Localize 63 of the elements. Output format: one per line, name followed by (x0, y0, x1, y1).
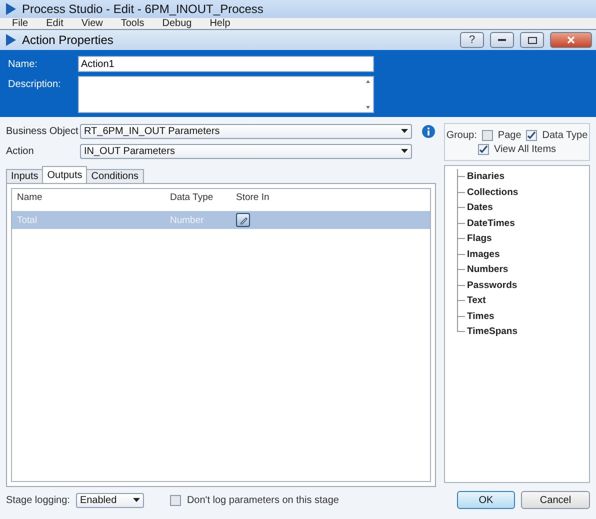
description-field[interactable] (78, 76, 374, 113)
action-label: Action (6, 146, 35, 156)
business-object-dropdown[interactable]: RT_6PM_IN_OUT Parameters (80, 124, 412, 138)
cancel-button[interactable]: Cancel (521, 491, 590, 509)
window-title: Process Studio - Edit - 6PM_INOUT_Process (22, 2, 264, 16)
minimize-icon (498, 38, 506, 42)
minimize-button[interactable] (490, 32, 514, 48)
column-header: Store In (236, 192, 270, 202)
business-object-label: Business Object (6, 126, 80, 136)
checkbox[interactable] (478, 144, 489, 154)
menu-item[interactable]: Help (210, 18, 230, 29)
store-in-button[interactable] (236, 213, 250, 227)
tab[interactable]: Inputs (6, 169, 44, 183)
caret-icon (132, 498, 140, 502)
stage-logging-label: Stage logging: (6, 494, 70, 506)
checkbox[interactable] (170, 494, 181, 506)
table-cell-text: Number (170, 214, 205, 226)
tree-item[interactable]: Passwords (465, 280, 518, 291)
caret-icon (401, 149, 408, 153)
checkbox-label: Page (498, 130, 522, 140)
tree-item[interactable]: Collections (465, 186, 518, 198)
close-icon (567, 36, 575, 44)
tree-item[interactable]: Flags (465, 233, 492, 244)
maximize-button[interactable] (520, 32, 544, 48)
ok-button[interactable]: OK (457, 491, 515, 509)
checkbox[interactable] (482, 130, 493, 140)
close-button[interactable] (550, 32, 592, 48)
app-logo-icon (6, 3, 16, 15)
name-field[interactable]: Action1 (78, 56, 374, 72)
table-cell-text: Total (17, 214, 38, 226)
dialog-title: Action Properties (22, 33, 114, 47)
column-header: Name (17, 192, 44, 202)
menu-item[interactable]: Tools (120, 18, 144, 29)
info-icon[interactable] (422, 124, 435, 138)
tree-item[interactable]: Text (465, 295, 486, 306)
tree-item[interactable]: TimeSpans (465, 326, 518, 338)
name-label: Name: (8, 58, 38, 72)
tree-item[interactable]: Images (465, 248, 500, 260)
tab[interactable]: Conditions (86, 169, 144, 183)
menu-item[interactable]: Edit (46, 18, 64, 29)
checkbox-label: View All Items (494, 144, 556, 154)
tab[interactable]: Outputs (42, 166, 88, 183)
tree-item[interactable]: DateTimes (465, 218, 515, 229)
description-label: Description: (8, 78, 62, 92)
caret-icon (401, 129, 408, 133)
checkbox-label: Data Type (542, 130, 588, 140)
pencil-icon (238, 216, 248, 224)
action-dropdown[interactable]: IN_OUT Parameters (80, 144, 412, 158)
checkbox-label: Don't log parameters on this stage (186, 494, 339, 506)
tree-item[interactable]: Binaries (465, 171, 504, 182)
app-logo-icon (6, 34, 16, 46)
help-button[interactable]: ? (460, 32, 484, 48)
menu-item[interactable]: File (12, 18, 28, 29)
stage-logging-dropdown[interactable]: Enabled (76, 492, 144, 508)
group-label: Group: (446, 130, 477, 140)
menu-item[interactable]: View (81, 18, 103, 29)
tree-item[interactable]: Times (465, 310, 494, 322)
column-header: Data Type (170, 192, 214, 202)
checkbox[interactable] (526, 130, 538, 140)
tree-item[interactable]: Dates (465, 202, 493, 214)
tree-item[interactable]: Numbers (465, 264, 508, 276)
maximize-icon (528, 36, 536, 44)
menu-item[interactable]: Debug (162, 18, 192, 29)
